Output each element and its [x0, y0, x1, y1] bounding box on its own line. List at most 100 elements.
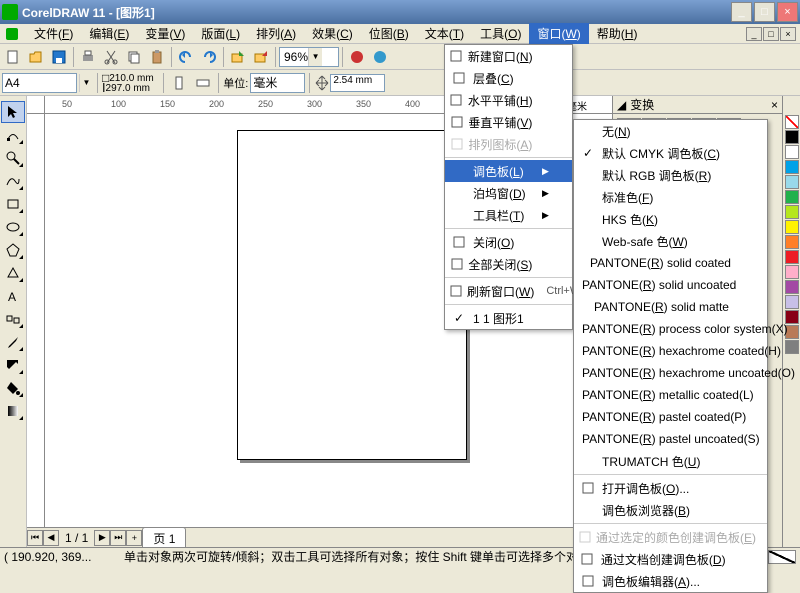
menu-item[interactable]: ✓默认 CMYK 调色板(C) — [574, 142, 767, 164]
menu-item[interactable]: HKS 色(K) — [574, 208, 767, 230]
freehand-tool[interactable] — [1, 170, 25, 192]
color-swatch[interactable] — [785, 130, 799, 144]
menu-item[interactable]: PANTONE(R) pastel coated(P) — [574, 406, 767, 428]
fill-tool[interactable] — [1, 377, 25, 399]
mdi-close-button[interactable]: × — [780, 27, 796, 41]
status-outline-swatch[interactable] — [768, 550, 796, 564]
polygon-tool[interactable] — [1, 239, 25, 261]
menu-item[interactable]: 工具栏(T)▶ — [445, 204, 572, 226]
undo-button[interactable] — [175, 46, 197, 68]
menu-item[interactable]: 新建窗口(N) — [445, 45, 572, 67]
menu-item[interactable]: PANTONE(R) solid coated — [574, 252, 767, 274]
menu-item[interactable]: PANTONE(R) solid uncoated — [574, 274, 767, 296]
menu-版面[interactable]: 版面(L) — [193, 23, 248, 44]
print-button[interactable] — [77, 46, 99, 68]
text-tool[interactable]: A — [1, 285, 25, 307]
menu-item[interactable]: 打开调色板(O)... — [574, 477, 767, 499]
units-select[interactable]: 毫米 — [250, 73, 305, 93]
color-swatch[interactable] — [785, 115, 799, 129]
menu-item[interactable]: PANTONE(R) metallic coated(L) — [574, 384, 767, 406]
export-button[interactable] — [250, 46, 272, 68]
menu-变量[interactable]: 变量(V) — [137, 23, 193, 44]
menu-item[interactable]: PANTONE(R) hexachrome coated(H) — [574, 340, 767, 362]
app-launcher-button[interactable] — [346, 46, 368, 68]
page-height-input[interactable]: 297.0 mm — [106, 83, 156, 93]
zoom-input[interactable]: 96%▼ — [279, 47, 339, 67]
paste-button[interactable] — [146, 46, 168, 68]
redo-button[interactable] — [198, 46, 220, 68]
color-swatch[interactable] — [785, 190, 799, 204]
menu-item[interactable]: PANTONE(R) solid matte — [574, 296, 767, 318]
shape-tool[interactable] — [1, 124, 25, 146]
menu-item[interactable]: 全部关闭(S) — [445, 253, 572, 275]
page-last-button[interactable]: ⏭ — [110, 530, 126, 546]
menu-item[interactable]: PANTONE(R) hexachrome uncoated(O) — [574, 362, 767, 384]
color-swatch[interactable] — [785, 295, 799, 309]
menu-item[interactable]: 无(N) — [574, 120, 767, 142]
color-swatch[interactable] — [785, 205, 799, 219]
menu-item[interactable]: 层叠(C) — [445, 67, 572, 89]
color-swatch[interactable] — [785, 145, 799, 159]
menu-帮助[interactable]: 帮助(H) — [589, 23, 646, 44]
menu-item[interactable]: 垂直平铺(V) — [445, 111, 572, 133]
color-swatch[interactable] — [785, 175, 799, 189]
menu-位图[interactable]: 位图(B) — [361, 23, 417, 44]
page-next-button[interactable]: ▶ — [94, 530, 110, 546]
color-swatch[interactable] — [785, 220, 799, 234]
basic-shapes-tool[interactable] — [1, 262, 25, 284]
menu-效果[interactable]: 效果(C) — [304, 23, 361, 44]
page-tab-current[interactable]: 页 1 — [142, 527, 186, 548]
cut-button[interactable] — [100, 46, 122, 68]
color-swatch[interactable] — [785, 250, 799, 264]
vertical-ruler[interactable] — [27, 114, 45, 527]
new-button[interactable] — [2, 46, 24, 68]
menu-item[interactable]: TRUMATCH 色(U) — [574, 450, 767, 472]
ellipse-tool[interactable] — [1, 216, 25, 238]
copy-button[interactable] — [123, 46, 145, 68]
ruler-origin[interactable] — [27, 96, 45, 114]
rectangle-tool[interactable] — [1, 193, 25, 215]
menu-item[interactable]: 泊坞窗(D)▶ — [445, 182, 572, 204]
import-button[interactable] — [227, 46, 249, 68]
outline-tool[interactable] — [1, 354, 25, 376]
color-swatch[interactable] — [785, 235, 799, 249]
menu-item[interactable]: 水平平铺(H) — [445, 89, 572, 111]
paper-size-select[interactable]: A4 — [2, 73, 77, 93]
save-button[interactable] — [48, 46, 70, 68]
interactive-fill-tool[interactable] — [1, 400, 25, 422]
menu-item[interactable]: 调色板编辑器(A)... — [574, 570, 767, 592]
maximize-button[interactable]: □ — [754, 2, 775, 22]
interactive-blend-tool[interactable] — [1, 308, 25, 330]
menu-工具[interactable]: 工具(O) — [472, 23, 529, 44]
color-swatch[interactable] — [785, 280, 799, 294]
page-add-button[interactable]: + — [126, 530, 142, 546]
color-swatch[interactable] — [785, 160, 799, 174]
close-button[interactable]: × — [777, 2, 798, 22]
menu-item[interactable]: 调色板(L)▶ — [445, 160, 572, 182]
menu-item[interactable]: ✓1 1 图形1 — [445, 307, 572, 329]
pick-tool[interactable] — [1, 101, 25, 123]
nudge-distance-input[interactable]: 2.54 mm — [330, 74, 385, 92]
menu-窗口[interactable]: 窗口(W) — [529, 23, 588, 44]
menu-编辑[interactable]: 编辑(E) — [81, 23, 137, 44]
menu-item[interactable]: 刷新窗口(W)Ctrl+W — [445, 280, 572, 302]
mdi-restore-button[interactable]: □ — [763, 27, 779, 41]
menu-item[interactable]: 标准色(F) — [574, 186, 767, 208]
menu-文本[interactable]: 文本(T) — [417, 23, 472, 44]
landscape-button[interactable] — [192, 72, 214, 94]
mdi-minimize-button[interactable]: _ — [746, 27, 762, 41]
paper-dropdown-icon[interactable]: ▼ — [79, 74, 93, 92]
page-first-button[interactable]: ⏮ — [27, 530, 43, 546]
menu-文件[interactable]: 文件(F) — [26, 23, 81, 44]
page-prev-button[interactable]: ◀ — [43, 530, 59, 546]
docker-close-button[interactable]: × — [771, 98, 778, 112]
page-width-input[interactable]: 210.0 mm — [109, 73, 159, 83]
open-button[interactable] — [25, 46, 47, 68]
menu-排列[interactable]: 排列(A) — [248, 23, 304, 44]
menu-item[interactable]: 关闭(O) — [445, 231, 572, 253]
menu-item[interactable]: 默认 RGB 调色板(R) — [574, 164, 767, 186]
color-swatch[interactable] — [785, 265, 799, 279]
minimize-button[interactable]: _ — [731, 2, 752, 22]
menu-item[interactable]: Web-safe 色(W) — [574, 230, 767, 252]
corel-online-button[interactable] — [369, 46, 391, 68]
